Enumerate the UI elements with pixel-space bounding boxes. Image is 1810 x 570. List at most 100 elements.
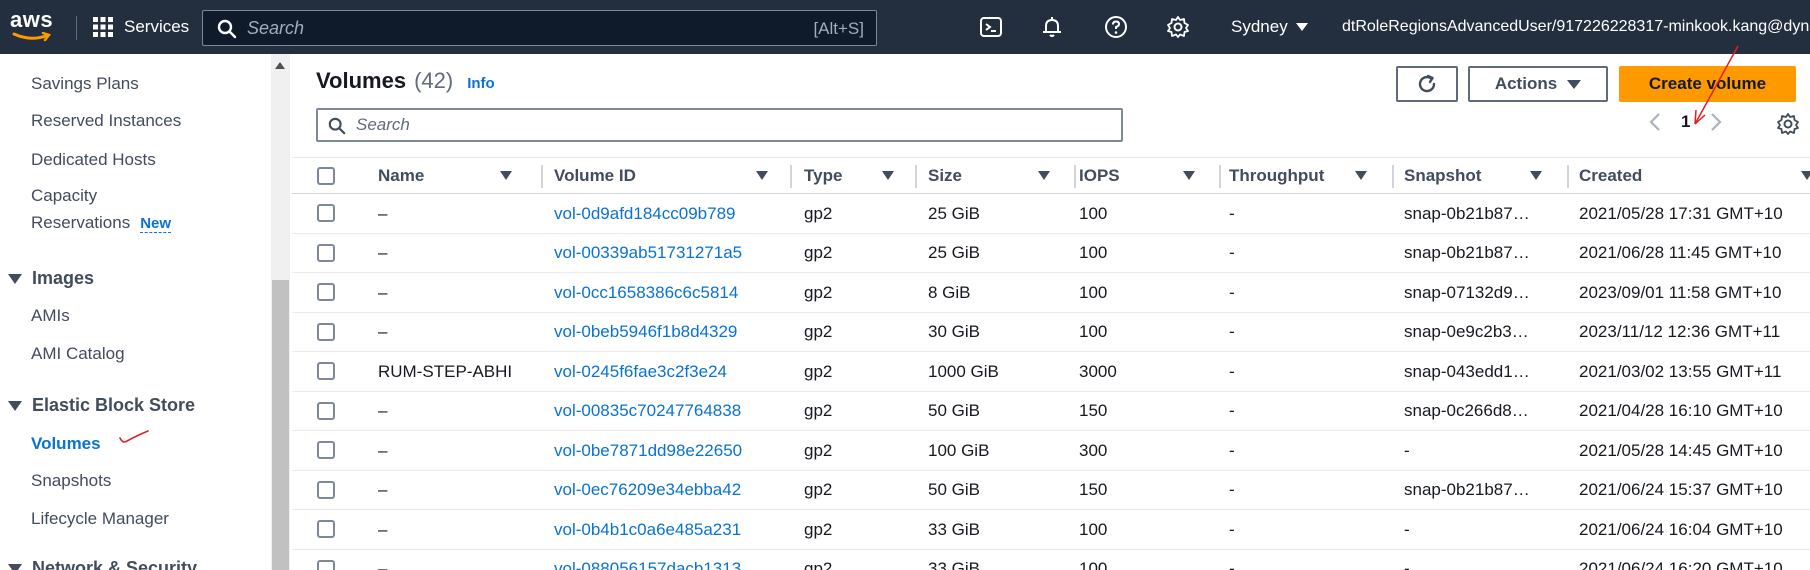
column-header-type[interactable]: Type xyxy=(804,158,919,194)
column-divider[interactable] xyxy=(915,165,917,188)
cell-volume-id[interactable]: vol-0d9afd184cc09b789 xyxy=(554,194,790,233)
sidebar-item-lifecycle-manager[interactable]: Lifecycle Manager xyxy=(31,509,169,529)
cell-volume-id[interactable]: vol-0beb5946f1b8d4329 xyxy=(554,313,790,352)
sidebar-item-dedicated-hosts[interactable]: Dedicated Hosts xyxy=(31,150,156,170)
column-divider[interactable] xyxy=(790,165,792,188)
row-checkbox[interactable] xyxy=(317,243,335,262)
sidebar-item-volumes[interactable]: Volumes xyxy=(31,434,101,454)
row-checkbox[interactable] xyxy=(317,322,335,341)
column-header-name[interactable]: Name xyxy=(378,158,553,194)
cell-throughput: - xyxy=(1229,440,1235,460)
column-header-snapshot[interactable]: Snapshot xyxy=(1404,158,1579,194)
column-divider[interactable] xyxy=(541,165,543,188)
cell-type: gp2 xyxy=(804,282,833,302)
sidebar-item-savings-plans[interactable]: Savings Plans xyxy=(31,74,139,94)
sidebar-item-capacity-reservations[interactable]: Capacity Reservations New xyxy=(31,186,172,233)
column-header-throughput[interactable]: Throughput xyxy=(1229,158,1404,194)
row-checkbox[interactable] xyxy=(317,441,335,459)
cloudshell-icon[interactable] xyxy=(979,15,1003,39)
region-selector[interactable]: Sydney xyxy=(1231,17,1308,37)
column-header-size[interactable]: Size xyxy=(928,158,1078,194)
table-row[interactable]: – vol-0b4b1c0a6e485a231 gp2 33 GiB 100 - - 2021… xyxy=(292,510,1810,550)
table-row[interactable]: – vol-00835c70247764838 gp2 50 GiB 150 - snap-… xyxy=(292,392,1810,431)
cell-name: RUM-STEP-ABHI xyxy=(378,361,513,381)
sidebar-item-snapshots[interactable]: Snapshots xyxy=(31,471,111,491)
table-row[interactable]: – vol-0beb5946f1b8d4329 gp2 30 GiB 100 - snap-… xyxy=(292,313,1810,352)
row-checkbox[interactable] xyxy=(317,362,335,380)
cell-volume-id[interactable]: vol-088056157dacb1313 xyxy=(554,550,790,570)
cell-volume-id[interactable]: vol-00835c70247764838 xyxy=(554,392,790,431)
table-row[interactable]: – vol-00339ab51731271a5 gp2 25 GiB 100 - snap-… xyxy=(292,234,1810,273)
help-icon[interactable] xyxy=(1104,15,1128,39)
sidebar-section-network-security[interactable]: Network & Security xyxy=(8,558,197,570)
cell-name: – xyxy=(378,243,388,262)
column-header-created[interactable]: Created xyxy=(1579,158,1810,194)
cell-volume-id[interactable]: vol-0245f6fae3c2f3e24 xyxy=(554,352,790,391)
cell-size: 33 GiB xyxy=(928,559,980,570)
settings-gear-icon[interactable] xyxy=(1166,15,1190,39)
actions-dropdown-button[interactable]: Actions xyxy=(1468,66,1608,102)
row-checkbox[interactable] xyxy=(317,480,335,499)
info-link[interactable]: Info xyxy=(467,75,495,92)
table-row[interactable]: – vol-0ec76209e34ebba42 gp2 50 GiB 150 - snap-… xyxy=(292,471,1810,510)
row-checkbox[interactable] xyxy=(317,283,335,301)
volume-filter-input[interactable] xyxy=(356,115,1096,135)
cell-created: 2021/06/28 11:45 GMT+10 xyxy=(1579,243,1782,262)
create-volume-label: Create volume xyxy=(1648,74,1767,93)
table-preferences-gear-icon[interactable] xyxy=(1776,112,1800,136)
table-row[interactable]: RUM-STEP-ABHI vol-0245f6fae3c2f3e24 gp2 100… xyxy=(292,352,1810,392)
cell-volume-id[interactable]: vol-0cc1658386c6c5814 xyxy=(554,273,790,312)
column-divider[interactable] xyxy=(1074,165,1076,188)
top-navigation-bar: aws Services [Alt+S] xyxy=(0,0,1810,54)
select-all-checkbox[interactable] xyxy=(317,167,335,185)
row-checkbox[interactable] xyxy=(317,401,335,420)
row-checkbox[interactable] xyxy=(317,520,335,538)
create-volume-button[interactable]: Create volume xyxy=(1619,66,1796,102)
search-icon xyxy=(217,19,237,39)
sidebar-scrollbar[interactable] xyxy=(271,54,290,570)
images-header-label: Images xyxy=(32,268,95,288)
sidebar-section-images[interactable]: Images xyxy=(8,268,94,289)
cell-volume-id[interactable]: vol-0b4b1c0a6e485a231 xyxy=(554,510,790,549)
new-badge: New xyxy=(140,215,172,233)
sidebar-item-amis[interactable]: AMIs xyxy=(31,306,70,326)
cell-type: gp2 xyxy=(804,519,833,539)
volume-filter-box[interactable] xyxy=(316,108,1123,142)
row-checkbox[interactable] xyxy=(317,559,335,570)
cell-name: – xyxy=(378,322,388,341)
cell-throughput: - xyxy=(1229,401,1235,420)
sidebar-item-reserved-instances[interactable]: Reserved Instances xyxy=(31,111,181,131)
cell-volume-id[interactable]: vol-0ec76209e34ebba42 xyxy=(554,471,790,510)
account-menu[interactable]: dtRoleRegionsAdvancedUser/917226228317-m… xyxy=(1342,18,1810,36)
column-header-iops[interactable]: IOPS xyxy=(1079,158,1229,194)
scrollbar-thumb[interactable] xyxy=(272,280,289,570)
global-search-input[interactable] xyxy=(247,17,767,39)
chevron-right-icon[interactable] xyxy=(1710,112,1723,132)
scroll-up-arrow-icon[interactable] xyxy=(275,62,285,69)
column-divider[interactable] xyxy=(1219,165,1221,188)
cell-snapshot: snap-0b21b87… xyxy=(1404,480,1530,499)
notifications-bell-icon[interactable] xyxy=(1040,15,1064,39)
sort-caret-icon xyxy=(500,171,512,180)
column-divider[interactable] xyxy=(1567,165,1569,188)
global-search-box[interactable]: [Alt+S] xyxy=(202,10,877,46)
chevron-left-icon[interactable] xyxy=(1649,112,1661,132)
cell-volume-id[interactable]: vol-0be7871dd98e22650 xyxy=(554,431,790,470)
aws-logo[interactable]: aws xyxy=(10,8,54,46)
page-number[interactable]: 1 xyxy=(1681,112,1690,132)
cell-volume-id[interactable]: vol-00339ab51731271a5 xyxy=(554,234,790,273)
cell-snapshot: snap-07132d9… xyxy=(1404,282,1530,302)
column-header-volume-id[interactable]: Volume ID xyxy=(554,158,794,194)
table-row[interactable]: – vol-088056157dacb1313 gp2 33 GiB 100 - - 2021… xyxy=(292,550,1810,570)
table-row[interactable]: – vol-0d9afd184cc09b789 gp2 25 GiB 100 - snap-… xyxy=(292,194,1810,234)
cell-size: 25 GiB xyxy=(928,203,980,223)
refresh-button[interactable] xyxy=(1396,66,1458,102)
sidebar-section-elastic-block-store[interactable]: Elastic Block Store xyxy=(8,395,195,416)
services-menu-button[interactable]: Services xyxy=(92,14,189,40)
cell-created: 2021/05/28 17:31 GMT+10 xyxy=(1579,203,1783,223)
column-divider[interactable] xyxy=(1392,165,1394,188)
row-checkbox[interactable] xyxy=(317,204,335,222)
table-row[interactable]: – vol-0be7871dd98e22650 gp2 100 GiB 300 - - 202… xyxy=(292,431,1810,471)
table-row[interactable]: – vol-0cc1658386c6c5814 gp2 8 GiB 100 - snap-0… xyxy=(292,273,1810,313)
sidebar-item-ami-catalog[interactable]: AMI Catalog xyxy=(31,344,125,364)
